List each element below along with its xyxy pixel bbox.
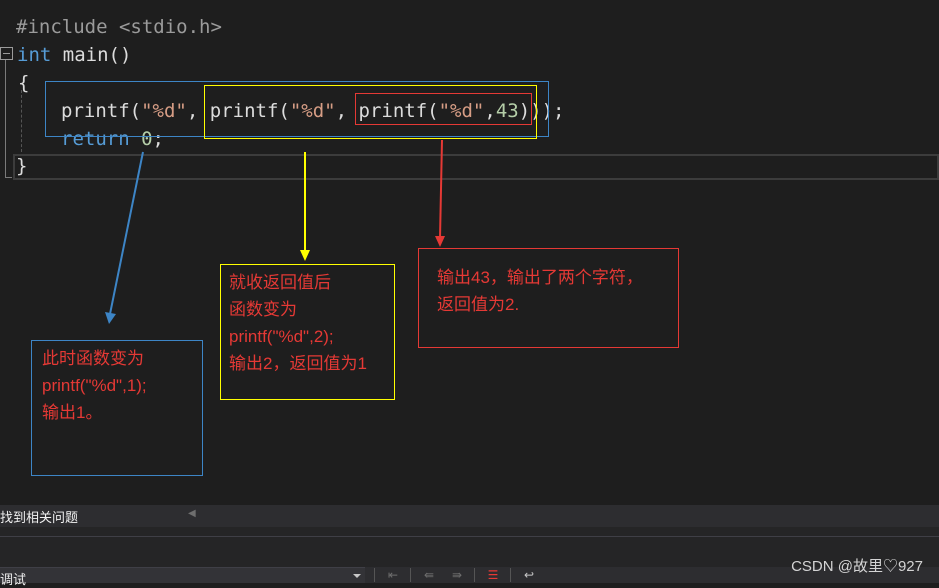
red-note: 输出43，输出了两个字符， 返回值为2.	[418, 248, 679, 348]
blue-arrow-line	[109, 151, 144, 315]
scroll-left-icon[interactable]: ◀	[188, 508, 196, 519]
toolbar-separator	[510, 568, 511, 582]
find-related-bar[interactable]: 找到相关问题 ◀	[0, 505, 939, 527]
toolbar-separator	[374, 568, 375, 582]
blue-note-line: printf("%d",1);	[42, 376, 147, 395]
word-wrap-icon[interactable]: ↩	[520, 568, 538, 582]
output-source-dropdown[interactable]: 调试	[0, 567, 365, 587]
blue-note-line: 此时函数变为	[42, 349, 144, 368]
yellow-note-line: 输出2，返回值为1	[229, 354, 367, 373]
blue-note: 此时函数变为 printf("%d",1); 输出1。	[31, 340, 203, 476]
red-arrow-head	[435, 236, 445, 247]
step-back-icon[interactable]: ⇤	[384, 568, 402, 582]
chevron-down-icon[interactable]	[353, 574, 361, 578]
panel-divider	[0, 536, 939, 537]
yellow-note-line: printf("%d",2);	[229, 327, 334, 346]
blue-note-line: 输出1。	[42, 403, 103, 422]
prev-icon[interactable]: ⇚	[420, 568, 438, 582]
blue-arrow-head	[105, 312, 116, 324]
find-related-issues-link[interactable]: 找到相关问题	[0, 507, 78, 526]
yellow-arrow-head	[300, 250, 310, 261]
clear-icon[interactable]: ☰	[484, 568, 502, 582]
red-arrow-line	[439, 139, 443, 239]
yellow-note: 就收返回值后 函数变为 printf("%d",2); 输出2，返回值为1	[220, 264, 395, 400]
yellow-note-line: 就收返回值后	[229, 273, 331, 292]
code-editor[interactable]: #include <stdio.h> int main() { printf("…	[0, 0, 939, 505]
red-note-line: 返回值为2.	[437, 295, 520, 314]
dropdown-label: 调试	[0, 572, 27, 587]
red-note-line: 输出43，输出了两个字符，	[437, 268, 643, 287]
next-icon[interactable]: ⇛	[448, 568, 466, 582]
toolbar-separator	[474, 568, 475, 582]
toolbar-separator	[410, 568, 411, 582]
watermark: CSDN @故里♡927	[791, 558, 923, 575]
yellow-note-line: 函数变为	[229, 300, 297, 319]
